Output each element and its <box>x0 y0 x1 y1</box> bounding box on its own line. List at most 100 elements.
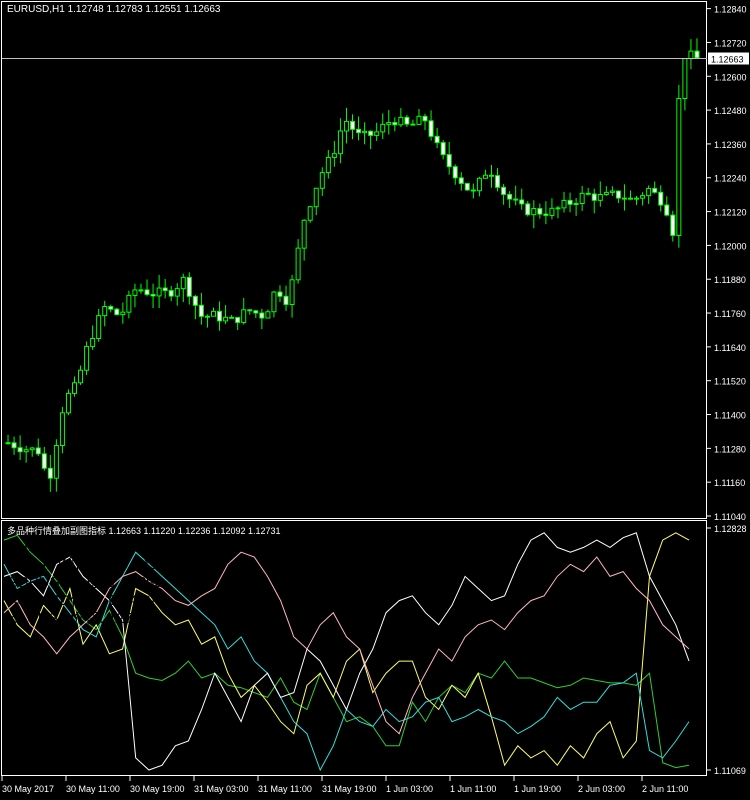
candle-body <box>416 115 422 125</box>
x-tick-label: 31 May 19:00 <box>322 784 377 794</box>
y-tick-label: 1.12360 <box>714 140 747 150</box>
legend-gbpusd: GBPUSD价格: 1.28695 <box>7 574 163 591</box>
candle-body <box>368 130 374 136</box>
legend-audusd: AUDUSD价格: 0.74305 <box>7 592 163 609</box>
candle-body <box>59 412 65 447</box>
legend-eurusd: EURUSD价格: 1.12674 <box>7 538 163 555</box>
candle-body <box>567 199 573 205</box>
y-tick-label: 1.11160 <box>714 478 745 488</box>
candle-body <box>35 447 41 455</box>
candle-body <box>482 174 488 179</box>
candle-body <box>464 182 470 191</box>
y-tick-label: 1.12240 <box>714 174 747 184</box>
candle-body <box>211 310 216 317</box>
candle-body <box>247 309 253 312</box>
candle-body <box>53 445 59 479</box>
y-tick-label: 1.11760 <box>714 309 746 319</box>
candle-body <box>29 447 35 451</box>
candle-body <box>96 315 102 340</box>
candle-body <box>495 175 501 188</box>
y-tick-label: 1.12840 <box>714 5 747 15</box>
candle-body <box>621 197 627 200</box>
y-tick-label: 1.11640 <box>714 343 746 353</box>
y-tick-label: 1.11280 <box>714 444 746 454</box>
candle-body <box>204 315 210 318</box>
candle-body <box>470 189 476 192</box>
candle-body <box>398 116 404 126</box>
candle-body <box>90 338 96 347</box>
candle-body <box>356 128 362 134</box>
x-tick-label: 30 May 2017 <box>2 784 54 794</box>
candle-body <box>688 50 694 60</box>
candle-body <box>374 131 380 136</box>
x-tick-label: 1 Jun 19:00 <box>514 784 561 794</box>
candle-body <box>102 306 108 317</box>
candle-body <box>640 195 646 199</box>
candle-body <box>537 208 543 215</box>
y-tick-label: 1.12480 <box>714 106 747 116</box>
candle-body <box>132 289 138 296</box>
indicator-header: 多品种行情叠加副图指标 1.12663 1.11220 1.12236 1.12… <box>7 526 281 536</box>
candle-body <box>573 202 579 205</box>
candle-body <box>452 166 458 179</box>
candle-body <box>331 153 337 158</box>
candle-body <box>561 199 567 209</box>
candle-body <box>5 442 11 445</box>
candle-body <box>501 186 507 195</box>
candle-body <box>343 120 349 132</box>
candle-body <box>168 290 174 297</box>
candle-body <box>543 213 549 216</box>
candle-body <box>513 198 519 201</box>
x-tick-label: 2 Jun 03:00 <box>578 784 625 794</box>
candle-body <box>265 311 271 319</box>
chart-svg[interactable]: 1.12840 1.12720 1.12600 1.12480 1.12360 1.122… <box>0 0 750 800</box>
candle-body <box>186 276 192 297</box>
candle-body <box>682 58 688 100</box>
candle-body <box>476 177 482 192</box>
y-tick-label: 1.11400 <box>714 411 746 421</box>
candle-body <box>223 316 229 322</box>
candle-body <box>295 247 301 281</box>
y-tick-label: 1.12720 <box>714 38 747 48</box>
y-tick-label: 1.12120 <box>714 208 747 218</box>
candle-body <box>386 122 392 125</box>
candle-body <box>519 199 525 205</box>
candle-body <box>138 289 144 292</box>
candle-body <box>615 190 621 199</box>
candle-body <box>603 191 609 196</box>
symbol-header: EURUSD,H1 1.12748 1.12783 1.12551 1.1266… <box>7 4 221 15</box>
sub-y-tick-label: 1.12828 <box>714 524 747 534</box>
candle-body <box>380 123 386 133</box>
candle-body <box>259 312 265 319</box>
candle-body <box>670 214 676 236</box>
candle-body <box>694 50 700 59</box>
candle-body <box>579 192 585 204</box>
y-tick-label: 1.12000 <box>714 241 747 251</box>
candle-body <box>72 382 77 394</box>
candle-body <box>676 98 682 236</box>
x-tick-label: 30 May 19:00 <box>130 784 185 794</box>
candle-body <box>174 288 180 297</box>
candle-body <box>440 142 446 156</box>
candle-body <box>434 135 440 144</box>
candle-body <box>84 345 90 371</box>
candle-body <box>634 197 640 200</box>
current-price-label: 1.12663 <box>711 55 744 65</box>
y-tick-label: 1.11520 <box>714 377 746 387</box>
candle-body <box>325 156 331 174</box>
candle-body <box>156 287 162 297</box>
x-tick-label: 2 Jun 11:00 <box>642 784 688 794</box>
candle-body <box>664 204 670 216</box>
candle-body <box>126 294 132 313</box>
x-tick-label: 1 Jun 11:00 <box>450 784 496 794</box>
y-tick-label: 1.11040 <box>714 512 746 522</box>
main-frame <box>1 1 707 519</box>
candle-body <box>162 287 168 292</box>
candle-body <box>108 306 114 310</box>
candle-body <box>531 208 537 216</box>
candle-body <box>362 130 368 134</box>
candle-body <box>446 154 452 168</box>
candle-body <box>646 187 652 197</box>
candle-body <box>253 310 259 314</box>
candle-body <box>271 291 277 313</box>
